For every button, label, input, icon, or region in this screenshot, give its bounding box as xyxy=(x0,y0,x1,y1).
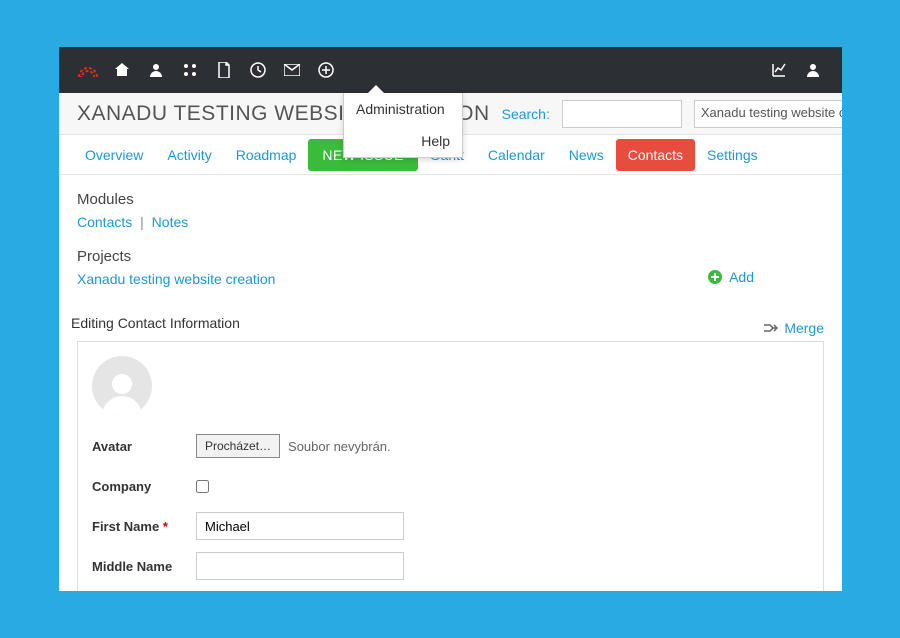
search-label: Search: xyxy=(502,106,550,122)
home-icon[interactable] xyxy=(105,47,139,93)
module-contacts-link[interactable]: Contacts xyxy=(77,214,132,230)
file-input[interactable]: Procházet… Soubor nevybrán. xyxy=(196,434,391,458)
contact-form: Avatar Procházet… Soubor nevybrán. Compa… xyxy=(77,341,824,591)
company-label: Company xyxy=(92,479,196,494)
module-separator: | xyxy=(140,214,144,230)
mail-icon[interactable] xyxy=(275,47,309,93)
modules-title: Modules xyxy=(77,191,824,208)
menu-help[interactable]: Help xyxy=(344,125,462,157)
middle-name-input[interactable] xyxy=(196,552,404,580)
search-input[interactable] xyxy=(562,100,682,128)
merge-button[interactable]: Merge xyxy=(762,320,824,336)
document-icon[interactable] xyxy=(207,47,241,93)
tab-contacts[interactable]: Contacts xyxy=(616,139,695,171)
company-row: Company xyxy=(92,472,809,500)
modules-section: Modules Contacts | Notes xyxy=(77,191,824,230)
merge-icon xyxy=(762,321,778,335)
tab-overview[interactable]: Overview xyxy=(73,139,155,171)
middle-name-row: Middle Name xyxy=(92,552,809,580)
file-status: Soubor nevybrán. xyxy=(288,439,391,454)
user-icon[interactable] xyxy=(796,47,830,93)
logo-gauge-icon[interactable] xyxy=(71,47,105,93)
projects-title: Projects xyxy=(77,248,824,265)
editing-title: Editing Contact Information xyxy=(71,315,824,331)
module-notes-link[interactable]: Notes xyxy=(152,214,189,230)
avatar-row: Avatar Procházet… Soubor nevybrán. xyxy=(92,432,809,460)
browse-button[interactable]: Procházet… xyxy=(196,434,280,458)
avatar-silhouette-icon xyxy=(100,368,144,416)
grid-icon[interactable] xyxy=(173,47,207,93)
add-plus-icon xyxy=(707,269,723,285)
tab-settings[interactable]: Settings xyxy=(695,139,770,171)
tab-news[interactable]: News xyxy=(557,139,616,171)
top-navbar xyxy=(59,47,842,93)
tab-calendar[interactable]: Calendar xyxy=(476,139,557,171)
first-name-row: First Name * xyxy=(92,512,809,540)
merge-label: Merge xyxy=(784,320,824,336)
first-name-input[interactable] xyxy=(196,512,404,540)
add-button[interactable]: Add xyxy=(707,269,754,285)
plus-dropdown: Administration Help xyxy=(343,93,463,158)
avatar-placeholder xyxy=(92,356,152,416)
middle-name-label: Middle Name xyxy=(92,559,196,574)
app-window: Administration Help XANADU TESTING WEBSI… xyxy=(59,47,842,591)
project-select[interactable]: Xanadu testing website creation xyxy=(694,100,842,128)
company-checkbox[interactable] xyxy=(196,480,209,493)
person-icon[interactable] xyxy=(139,47,173,93)
tab-roadmap[interactable]: Roadmap xyxy=(224,139,309,171)
avatar-label: Avatar xyxy=(92,439,196,454)
first-name-label: First Name * xyxy=(92,519,196,534)
clock-icon[interactable] xyxy=(241,47,275,93)
add-label: Add xyxy=(729,269,754,285)
tab-activity[interactable]: Activity xyxy=(155,139,223,171)
plus-icon[interactable] xyxy=(309,47,343,93)
content: Modules Contacts | Notes Projects Xanadu… xyxy=(59,175,842,591)
chart-icon[interactable] xyxy=(762,47,796,93)
menu-administration[interactable]: Administration xyxy=(344,93,462,125)
project-link[interactable]: Xanadu testing website creation xyxy=(77,271,275,287)
